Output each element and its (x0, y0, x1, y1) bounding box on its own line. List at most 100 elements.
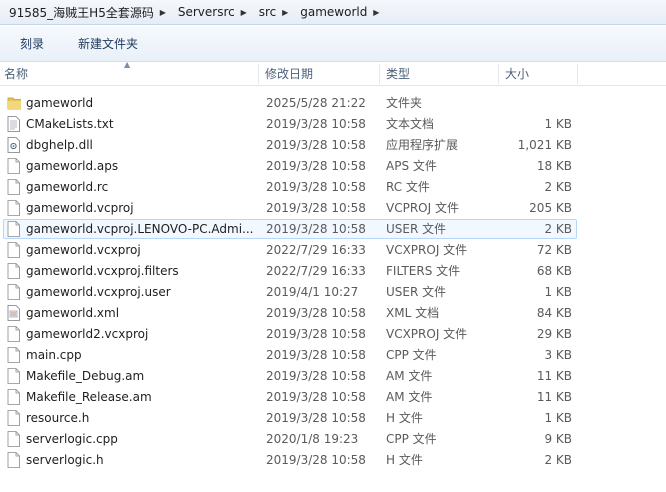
chevron-right-icon[interactable]: ▶ (238, 8, 254, 17)
file-row[interactable]: Makefile_Debug.am 2019/3/28 10:58 AM 文件 11 … (0, 366, 666, 387)
file-size: 2 KB (544, 222, 572, 236)
file-modified-date: 2019/3/28 10:58 (266, 390, 366, 404)
breadcrumb-label: src (258, 5, 277, 19)
column-header-size[interactable]: 大小 (501, 62, 577, 86)
file-size: 18 KB (536, 159, 572, 173)
file-row[interactable]: Makefile_Release.am 2019/3/28 10:58 AM 文件 1… (0, 387, 666, 408)
file-name: serverlogic.cpp (26, 432, 118, 446)
burn-button[interactable]: 刻录 (0, 35, 58, 52)
file-size: 72 KB (536, 243, 572, 257)
file-size: 1 KB (544, 411, 572, 425)
file-name: gameworld2.vcxproj (26, 327, 149, 341)
file-name: gameworld.vcxproj (26, 243, 141, 257)
file-modified-date: 2019/3/28 10:58 (266, 327, 366, 341)
file-name: gameworld.aps (26, 159, 119, 173)
column-header-type[interactable]: 类型 (382, 62, 498, 86)
file-icon (7, 242, 21, 259)
file-size: 1,021 KB (517, 138, 572, 152)
file-row[interactable]: gameworld.vcproj.LENOVO-PC.Admi... 2019/3… (0, 219, 666, 240)
file-size: 68 KB (536, 264, 572, 278)
file-icon (7, 410, 21, 427)
file-row[interactable]: gameworld.xml 2019/3/28 10:58 XML 文档 84 KB (0, 303, 666, 324)
file-icon (7, 368, 21, 385)
file-type: RC 文件 (386, 180, 430, 194)
column-divider[interactable] (258, 64, 259, 84)
file-type: VCXPROJ 文件 (386, 243, 468, 257)
chevron-right-icon[interactable]: ▶ (157, 8, 173, 17)
file-modified-date: 2019/3/28 10:58 (266, 201, 366, 215)
new-folder-button[interactable]: 新建文件夹 (58, 35, 152, 52)
file-size: 205 KB (529, 201, 572, 215)
chevron-right-icon[interactable]: ▶ (370, 8, 386, 17)
file-modified-date: 2022/7/29 16:33 (266, 264, 366, 278)
breadcrumb-item-src[interactable]: src ▶ (254, 0, 296, 24)
column-header-name[interactable]: 名称 (0, 62, 258, 86)
file-icon (7, 347, 21, 364)
file-row[interactable]: serverlogic.cpp 2020/1/8 19:23 CPP 文件 9 KB (0, 429, 666, 450)
file-modified-date: 2019/3/28 10:58 (266, 453, 366, 467)
file-type: CPP 文件 (386, 432, 437, 446)
file-type: XML 文档 (386, 306, 440, 320)
file-row[interactable]: serverlogic.h 2019/3/28 10:58 H 文件 2 KB (0, 450, 666, 471)
file-name: gameworld.vcxproj.user (26, 285, 171, 299)
file-row[interactable]: gameworld2.vcxproj 2019/3/28 10:58 VCXPROJ… (0, 324, 666, 345)
breadcrumb-label: Serversrc (177, 5, 235, 19)
breadcrumb-label: 91585_海贼王H5全套源码 (9, 5, 154, 20)
file-type: VCPROJ 文件 (386, 201, 459, 215)
file-icon (7, 452, 21, 469)
folder-icon (7, 95, 21, 112)
file-type: AM 文件 (386, 390, 433, 404)
breadcrumb-item-root[interactable]: 91585_海贼王H5全套源码 ▶ (4, 0, 173, 24)
file-row[interactable]: gameworld.vcxproj.user 2019/4/1 10:27 USER… (0, 282, 666, 303)
file-modified-date: 2019/3/28 10:58 (266, 222, 366, 236)
file-row[interactable]: dbghelp.dll 2019/3/28 10:58 应用程序扩展 1,021 KB (0, 135, 666, 156)
file-type: FILTERS 文件 (386, 264, 461, 278)
file-row[interactable]: main.cpp 2019/3/28 10:58 CPP 文件 3 KB (0, 345, 666, 366)
file-row[interactable]: gameworld.vcxproj.filters 2022/7/29 16:33… (0, 261, 666, 282)
file-row[interactable]: gameworld 2025/5/28 21:22 文件夹 (0, 93, 666, 114)
file-name: gameworld.xml (26, 306, 120, 320)
file-type: VCXPROJ 文件 (386, 327, 468, 341)
column-divider[interactable] (498, 64, 499, 84)
file-modified-date: 2019/4/1 10:27 (266, 285, 359, 299)
file-row[interactable]: gameworld.rc 2019/3/28 10:58 RC 文件 2 KB (0, 177, 666, 198)
file-type: USER 文件 (386, 285, 447, 299)
column-divider[interactable] (577, 64, 578, 84)
breadcrumb-item-gameworld[interactable]: gameworld ▶ (295, 0, 386, 24)
file-icon (7, 158, 21, 175)
file-icon (7, 200, 21, 217)
file-type: USER 文件 (386, 222, 447, 236)
file-name: gameworld.vcproj (26, 201, 134, 215)
file-row[interactable]: gameworld.vcxproj 2022/7/29 16:33 VCXPROJ … (0, 240, 666, 261)
file-row[interactable]: resource.h 2019/3/28 10:58 H 文件 1 KB (0, 408, 666, 429)
column-divider[interactable] (379, 64, 380, 84)
file-modified-date: 2019/3/28 10:58 (266, 180, 366, 194)
file-icon (7, 179, 21, 196)
file-row[interactable]: gameworld.vcproj 2019/3/28 10:58 VCPROJ 文件… (0, 198, 666, 219)
file-row[interactable]: CMakeLists.txt 2019/3/28 10:58 文本文档 1 KB (0, 114, 666, 135)
file-icon (7, 326, 21, 343)
file-row[interactable]: gameworld.aps 2019/3/28 10:58 APS 文件 18 KB (0, 156, 666, 177)
file-size: 11 KB (536, 390, 572, 404)
file-size: 9 KB (544, 432, 572, 446)
file-size: 3 KB (544, 348, 572, 362)
column-header-date[interactable]: 修改日期 (261, 62, 379, 86)
file-size: 11 KB (536, 369, 572, 383)
file-size: 84 KB (536, 306, 572, 320)
breadcrumb-label: gameworld (300, 5, 368, 19)
file-modified-date: 2022/7/29 16:33 (266, 243, 366, 257)
file-icon (7, 221, 21, 238)
breadcrumb-item-serversrc[interactable]: Serversrc ▶ (173, 0, 254, 24)
chevron-right-icon[interactable]: ▶ (279, 8, 295, 17)
file-name: main.cpp (26, 348, 82, 362)
file-type: CPP 文件 (386, 348, 437, 362)
file-modified-date: 2020/1/8 19:23 (266, 432, 359, 446)
text-file-icon (7, 116, 21, 133)
file-name: Makefile_Debug.am (26, 369, 145, 383)
file-size: 29 KB (536, 327, 572, 341)
file-icon (7, 389, 21, 406)
file-name: gameworld.rc (26, 180, 109, 194)
file-type: AM 文件 (386, 369, 433, 383)
file-modified-date: 2019/3/28 10:58 (266, 348, 366, 362)
file-name: gameworld (26, 96, 94, 110)
